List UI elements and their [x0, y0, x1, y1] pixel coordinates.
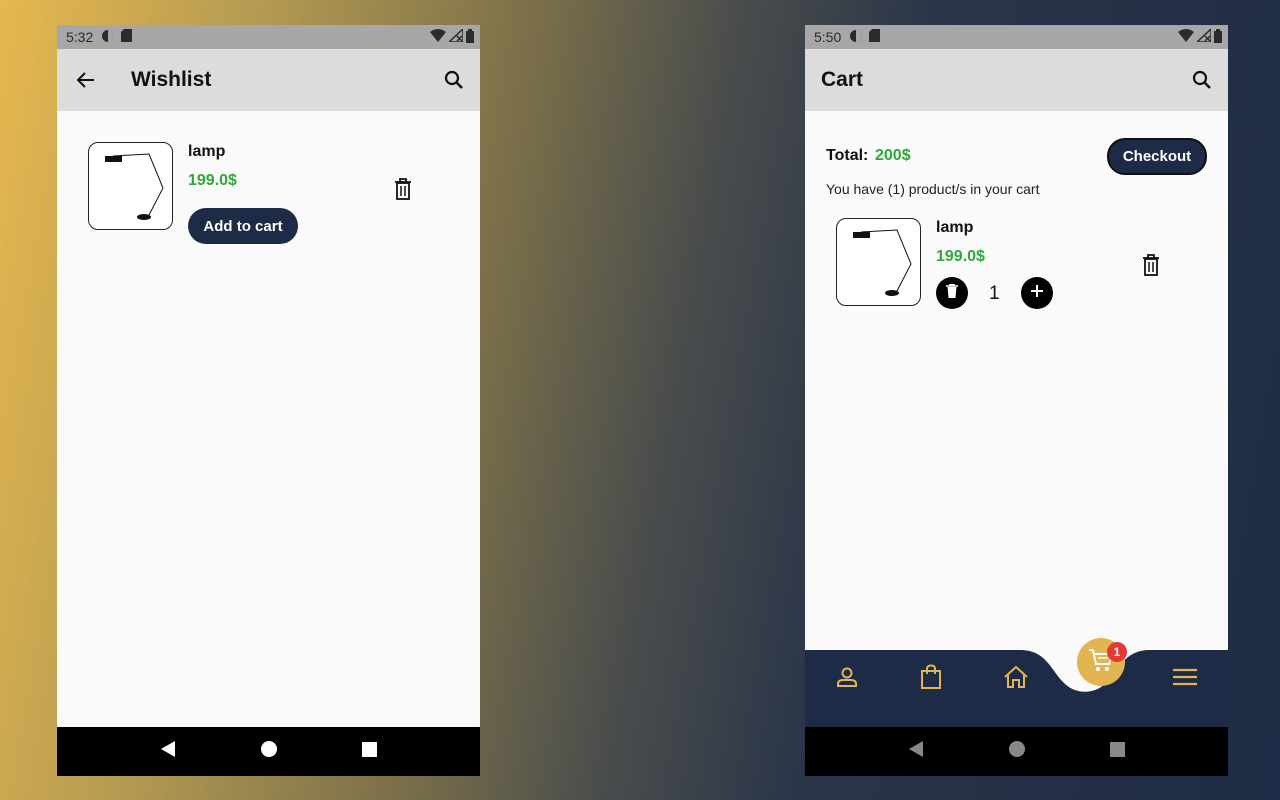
wifi-icon — [1178, 29, 1194, 45]
cart-count-text: You have (1) product/s in your cart — [826, 181, 1040, 197]
page-title: Cart — [821, 68, 864, 91]
product-image[interactable] — [836, 218, 921, 306]
total-label: Total: — [826, 147, 869, 164]
status-bar: 5:50 — [805, 25, 1228, 49]
trash-icon — [946, 283, 958, 303]
back-icon[interactable] — [908, 740, 924, 763]
cart-badge: 1 — [1107, 642, 1127, 662]
checkout-button[interactable]: Checkout — [1107, 138, 1207, 175]
data-saver-icon — [101, 29, 115, 46]
decrease-quantity-button[interactable] — [936, 277, 968, 309]
wifi-icon — [430, 29, 446, 45]
system-nav-bar — [805, 727, 1228, 776]
cart-screen: 5:50 Cart Total: 200$ Checkout You have … — [805, 25, 1228, 776]
system-nav-bar — [57, 727, 480, 776]
status-time: 5:50 — [814, 29, 842, 45]
signal-icon — [447, 27, 464, 45]
recents-icon[interactable] — [1110, 741, 1126, 762]
product-name: lamp — [936, 219, 974, 236]
trash-icon[interactable] — [1136, 250, 1166, 280]
product-name: lamp — [188, 143, 226, 160]
signal-icon — [1195, 27, 1212, 45]
sd-card-icon — [869, 29, 881, 45]
app-bar: Wishlist — [57, 49, 480, 111]
recents-icon[interactable] — [362, 741, 378, 762]
add-to-cart-button[interactable]: Add to cart — [188, 208, 298, 244]
back-arrow-icon[interactable] — [71, 65, 101, 95]
sd-card-icon — [121, 29, 133, 45]
product-price: 199.0$ — [188, 172, 237, 189]
plus-icon — [1030, 284, 1044, 303]
data-saver-icon — [849, 29, 863, 46]
home-circle-icon[interactable] — [1008, 741, 1025, 762]
search-icon[interactable] — [1187, 65, 1217, 95]
page-title: Wishlist — [131, 68, 212, 91]
trash-icon[interactable] — [388, 174, 418, 204]
shopping-bag-icon[interactable] — [916, 662, 946, 692]
product-price: 199.0$ — [936, 248, 985, 265]
app-bar: Cart — [805, 49, 1228, 111]
status-time: 5:32 — [66, 29, 94, 45]
home-icon[interactable] — [1001, 662, 1031, 692]
battery-icon — [1214, 28, 1222, 46]
battery-icon — [466, 28, 474, 46]
increase-quantity-button[interactable] — [1021, 277, 1053, 309]
profile-icon[interactable] — [832, 662, 862, 692]
product-image[interactable] — [88, 142, 173, 230]
total-value: 200$ — [875, 147, 911, 164]
search-icon[interactable] — [439, 65, 469, 95]
status-bar: 5:32 — [57, 25, 480, 49]
home-circle-icon[interactable] — [260, 741, 277, 762]
back-icon[interactable] — [160, 740, 176, 763]
menu-icon[interactable] — [1170, 662, 1200, 692]
quantity-value: 1 — [989, 283, 1000, 304]
wishlist-screen: 5:32 Wishlist lamp 199.0$ Add to cart — [57, 25, 480, 776]
